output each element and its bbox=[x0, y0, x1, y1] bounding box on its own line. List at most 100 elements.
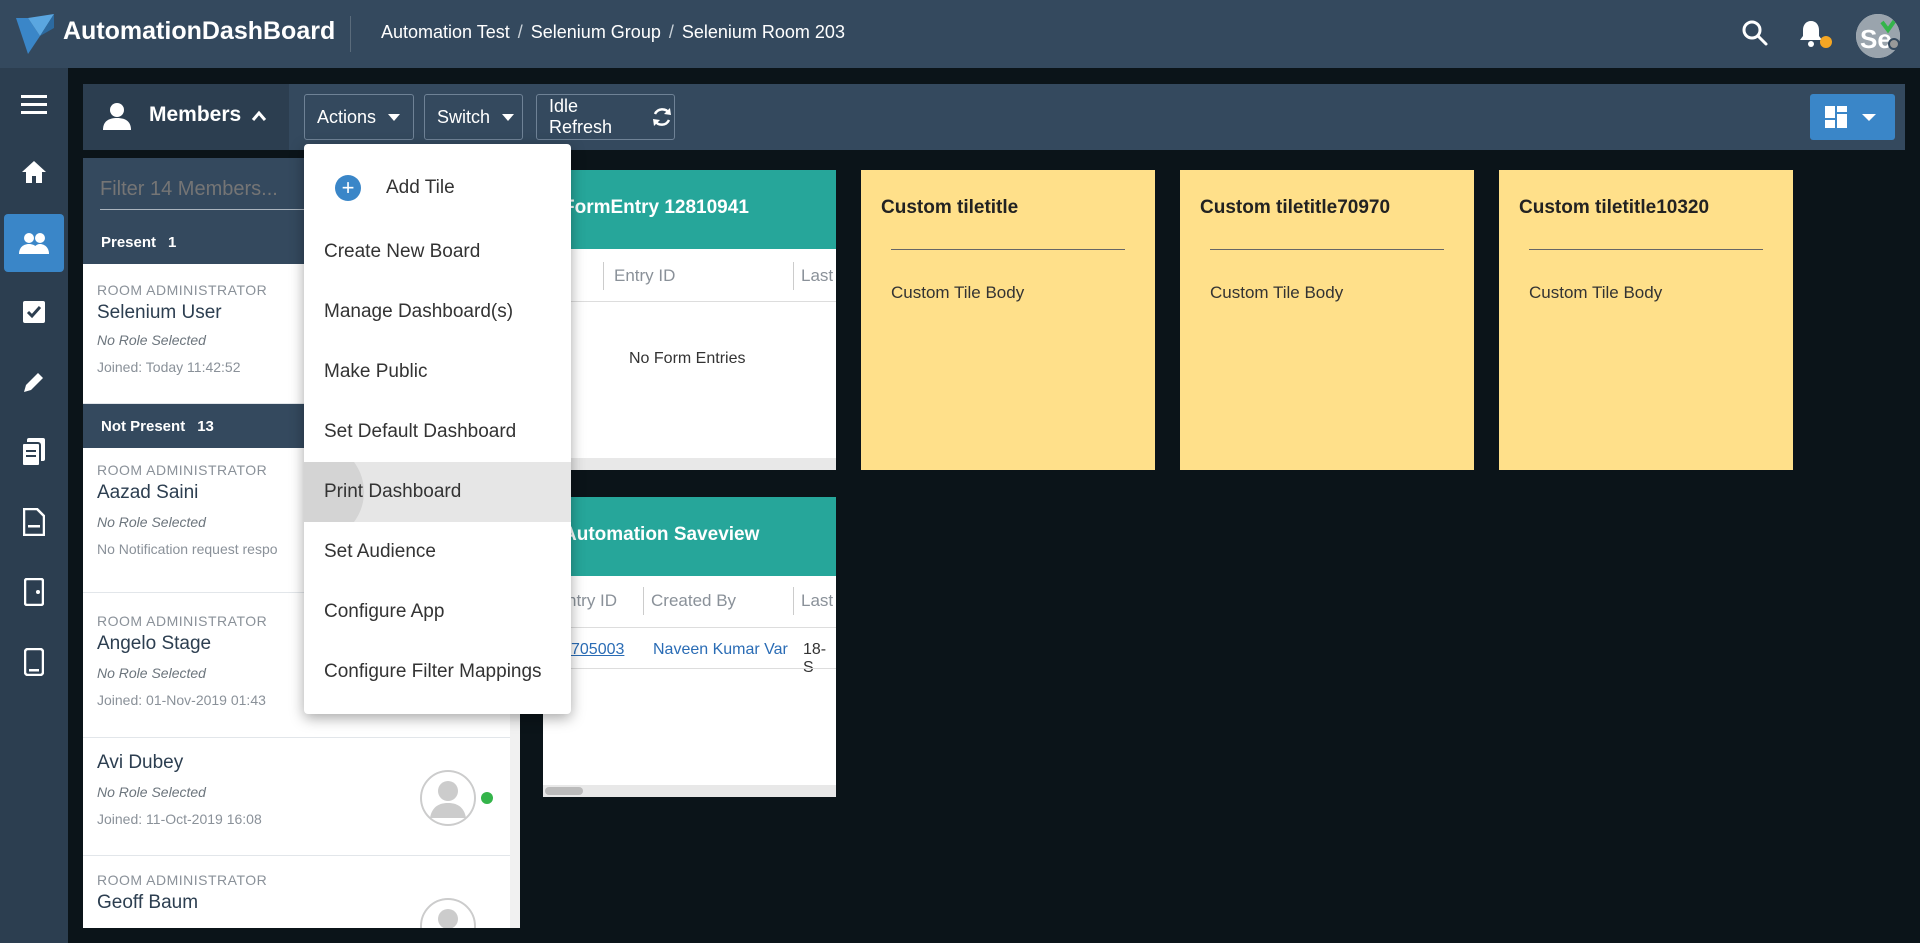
tile-body: Custom Tile Body bbox=[1210, 283, 1344, 302]
member-role-status: No Role Selected bbox=[97, 332, 206, 348]
column-header-entry-id[interactable]: ntry ID bbox=[567, 591, 617, 611]
pencil-icon[interactable] bbox=[4, 353, 64, 411]
horizontal-scrollbar[interactable] bbox=[543, 458, 836, 470]
member-role-status: No Role Selected bbox=[97, 514, 206, 530]
member-role: ROOM ADMINISTRATOR bbox=[97, 613, 268, 629]
not-present-label: Not Present bbox=[101, 417, 186, 435]
header-divider bbox=[350, 16, 351, 52]
breadcrumb-item[interactable]: Automation Test bbox=[381, 22, 510, 43]
menu-item-make-public[interactable]: Make Public bbox=[304, 342, 571, 402]
actions-label: Actions bbox=[317, 106, 377, 127]
menu-item-label: Create New Board bbox=[324, 241, 481, 262]
tile-header[interactable]: Automation Saveview bbox=[543, 497, 836, 576]
menu-item-label: Print Dashboard bbox=[324, 481, 462, 502]
menu-item-label: Configure Filter Mappings bbox=[324, 661, 542, 682]
menu-item-set-audience[interactable]: Set Audience bbox=[304, 522, 571, 582]
menu-item-configure-filter-mappings[interactable]: Configure Filter Mappings bbox=[304, 642, 571, 702]
mobile-device-icon[interactable] bbox=[4, 633, 64, 691]
app-logo-icon[interactable] bbox=[14, 14, 54, 54]
breadcrumb-item[interactable]: Selenium Room 203 bbox=[682, 22, 845, 43]
documents-icon[interactable] bbox=[4, 423, 64, 481]
top-bar: AutomationDashBoard Automation Test / Se… bbox=[0, 0, 1920, 68]
menu-item-label: Manage Dashboard(s) bbox=[324, 301, 514, 322]
menu-item-create-new-board[interactable]: Create New Board bbox=[304, 222, 571, 282]
home-icon[interactable] bbox=[4, 143, 64, 201]
present-count: 1 bbox=[168, 233, 177, 251]
member-notification-status: No Notification request respo bbox=[97, 541, 278, 557]
menu-item-print-dashboard[interactable]: Print Dashboard bbox=[304, 462, 571, 522]
member-name: Selenium User bbox=[97, 302, 222, 323]
caret-down-icon bbox=[388, 113, 401, 121]
breadcrumb: Automation Test / Selenium Group / Selen… bbox=[381, 22, 845, 43]
tasks-checkbox-icon[interactable] bbox=[4, 283, 64, 341]
idle-refresh-label: Idle Refresh bbox=[549, 96, 613, 137]
scrollbar-thumb[interactable] bbox=[545, 787, 583, 795]
member-item[interactable]: ROOM ADMINISTRATOR Geoff Baum bbox=[83, 856, 520, 928]
empty-message: No Form Entries bbox=[629, 350, 746, 367]
user-avatar[interactable]: Se bbox=[1856, 14, 1900, 58]
column-header-entry-id[interactable]: Entry ID bbox=[614, 266, 675, 286]
notification-badge bbox=[1820, 36, 1832, 48]
switch-dropdown-button[interactable]: Switch bbox=[424, 94, 523, 140]
file-icon[interactable] bbox=[4, 493, 64, 551]
door-icon[interactable] bbox=[4, 563, 64, 621]
member-name: Geoff Baum bbox=[97, 892, 199, 913]
menu-icon[interactable] bbox=[4, 76, 64, 134]
members-toggle-button[interactable]: Members bbox=[83, 84, 289, 150]
menu-item-configure-app[interactable]: Configure App bbox=[304, 582, 571, 642]
row-divider bbox=[543, 668, 836, 669]
tile-title[interactable]: Custom tiletitle10320 bbox=[1519, 197, 1709, 219]
menu-item-set-default-dashboard[interactable]: Set Default Dashboard bbox=[304, 402, 571, 462]
app-title[interactable]: AutomationDashBoard bbox=[63, 17, 335, 46]
tile-header[interactable]: FormEntry 12810941 bbox=[543, 170, 836, 249]
breadcrumb-separator: / bbox=[668, 22, 674, 42]
members-icon[interactable] bbox=[4, 214, 64, 272]
dashboard-toolbar: Members Actions Switch Idle Refresh bbox=[83, 84, 1905, 150]
menu-item-label: Make Public bbox=[324, 361, 428, 382]
column-separator bbox=[793, 262, 794, 290]
idle-refresh-button[interactable]: Idle Refresh bbox=[536, 94, 675, 140]
switch-label: Switch bbox=[437, 106, 491, 127]
entry-id-link[interactable]: 705003 bbox=[571, 641, 624, 659]
tile-title[interactable]: Custom tiletitle bbox=[881, 197, 1018, 219]
member-name: Angelo Stage bbox=[97, 633, 212, 654]
row-divider bbox=[543, 627, 836, 628]
person-icon bbox=[103, 103, 131, 130]
member-role-status: No Role Selected bbox=[97, 665, 206, 681]
actions-dropdown-menu: + Add Tile Create New Board Manage Dashb… bbox=[304, 144, 571, 714]
tile-body: Custom Tile Body bbox=[1529, 283, 1663, 302]
member-avatar[interactable] bbox=[420, 898, 476, 928]
refresh-icon bbox=[653, 108, 672, 126]
tile-body: Custom Tile Body bbox=[891, 283, 1025, 302]
caret-down-icon bbox=[1862, 114, 1876, 121]
breadcrumb-item[interactable]: Selenium Group bbox=[531, 22, 661, 43]
column-header-last[interactable]: Last bbox=[801, 591, 833, 611]
column-header-last[interactable]: Last bbox=[801, 266, 833, 286]
tile-title[interactable]: Custom tiletitle70970 bbox=[1200, 197, 1390, 219]
tile-title: FormEntry 12810941 bbox=[563, 197, 749, 218]
member-role: ROOM ADMINISTRATOR bbox=[97, 462, 268, 478]
horizontal-scrollbar[interactable] bbox=[543, 785, 836, 797]
column-header-created-by[interactable]: Created By bbox=[651, 591, 736, 611]
member-joined: Joined: Today 11:42:52 bbox=[97, 359, 241, 375]
search-icon[interactable] bbox=[1740, 18, 1770, 48]
member-joined: Joined: 11-Oct-2019 16:08 bbox=[97, 811, 262, 827]
tile-divider bbox=[1210, 249, 1444, 250]
created-by-link[interactable]: Naveen Kumar Var bbox=[653, 641, 788, 659]
tile-title: Automation Saveview bbox=[563, 524, 760, 545]
layout-dropdown-button[interactable] bbox=[1810, 94, 1895, 140]
column-separator bbox=[603, 262, 604, 290]
member-joined: Joined: 01-Nov-2019 01:43 bbox=[97, 692, 266, 708]
left-nav bbox=[0, 68, 68, 943]
caret-down-icon bbox=[502, 113, 515, 121]
custom-tile: Custom tiletitle Custom Tile Body bbox=[861, 170, 1155, 470]
menu-item-add-tile[interactable]: + Add Tile bbox=[304, 158, 571, 218]
actions-dropdown-button[interactable]: Actions bbox=[304, 94, 414, 140]
member-item[interactable]: Avi Dubey No Role Selected Joined: 11-Oc… bbox=[83, 738, 520, 856]
menu-item-manage-dashboards[interactable]: Manage Dashboard(s) bbox=[304, 282, 571, 342]
member-name: Aazad Saini bbox=[97, 482, 199, 503]
member-avatar[interactable] bbox=[420, 770, 476, 826]
saveview-tile: Automation Saveview ntry ID Created By L… bbox=[543, 497, 836, 797]
add-circle-icon: + bbox=[335, 175, 361, 201]
chevron-up-icon bbox=[251, 110, 267, 121]
